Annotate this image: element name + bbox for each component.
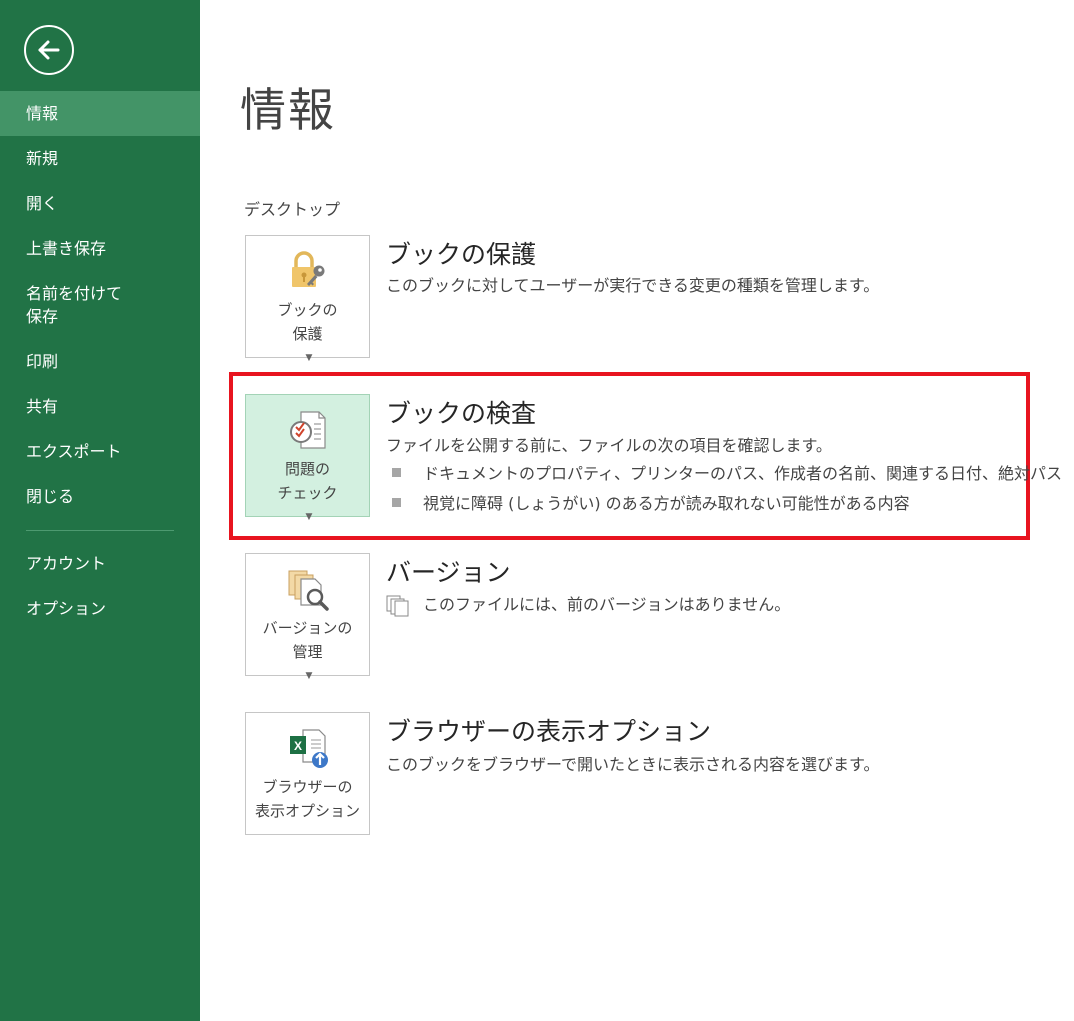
sidebar-item-info[interactable]: 情報 [0, 91, 200, 136]
dropdown-caret-icon: ▼ [305, 353, 313, 363]
tile-label: ブックの 保護 ▼ [246, 298, 369, 370]
sidebar-item-label: 新規 [26, 149, 59, 168]
tile-label-text: 管理 [292, 643, 323, 661]
feature-description: このブックをブラウザーで開いたときに表示される内容を選びます。 [386, 755, 880, 774]
feature-title: バージョン [386, 558, 511, 587]
version-info-row: このファイルには、前のバージョンはありません。 [386, 594, 790, 617]
dropdown-caret-icon: ▼ [305, 671, 313, 681]
tile-label: バージョンの 管理 ▼ [246, 616, 369, 688]
tile-label-text: チェック [277, 484, 338, 502]
section-label: デスクトップ [244, 200, 341, 219]
sidebar-item-close[interactable]: 閉じる [0, 485, 200, 508]
bullet-square-icon [392, 498, 401, 507]
tile-label-line1: ブックの [277, 301, 338, 319]
sidebar-item-label: 情報 [26, 104, 59, 123]
tile-label-line2: 保護 ▼ [246, 322, 369, 370]
feature-description: このファイルには、前のバージョンはありません。 [423, 595, 791, 614]
tile-label-line1: 問題の [284, 460, 330, 478]
tile-label-line2: チェック ▼ [246, 481, 369, 529]
sidebar-item-label: 開く [26, 194, 59, 213]
sidebar-item-label: アカウント [26, 554, 107, 573]
bullet-square-icon [392, 468, 401, 477]
svg-text:X: X [294, 739, 302, 753]
sidebar-item-label: オプション [26, 599, 107, 618]
sidebar-item-open[interactable]: 開く [0, 192, 200, 215]
tile-label: 問題の チェック ▼ [246, 457, 369, 529]
tile-label: ブラウザーの 表示オプション [246, 775, 369, 823]
feature-description: このブックに対してユーザーが実行できる変更の種類を管理します。 [386, 276, 880, 295]
feature-title: ブックの検査 [386, 399, 537, 428]
sidebar-item-label: 共有 [26, 397, 59, 416]
sidebar-item-save-as[interactable]: 名前を付けて 保存 [0, 282, 200, 328]
feature-title: ブラウザーの表示オプション [386, 717, 712, 746]
tile-label-line2: 表示オプション [254, 802, 360, 820]
sidebar-item-print[interactable]: 印刷 [0, 350, 200, 373]
bullet-item: 視覚に障碍 (しょうがい) のある方が読み取れない可能性がある内容 [392, 493, 910, 515]
page-title: 情報 [240, 83, 336, 137]
sidebar-item-account[interactable]: アカウント [0, 552, 200, 575]
sidebar-item-label: エクスポート [26, 442, 122, 461]
tile-label-line1: ブラウザーの [262, 778, 353, 796]
check-document-icon [290, 411, 326, 449]
sidebar-divider [26, 530, 174, 531]
sidebar-item-options[interactable]: オプション [0, 597, 200, 620]
versions-search-icon [288, 570, 329, 611]
bullet-text: ドキュメントのプロパティ、プリンターのパス、作成者の名前、関連する日付、絶対パス [423, 464, 1063, 483]
manage-versions-button[interactable]: バージョンの 管理 ▼ [245, 553, 370, 681]
sidebar-item-label: 名前を付けて [26, 284, 123, 303]
document-versions-icon [386, 595, 409, 616]
dropdown-caret-icon: ▼ [305, 512, 313, 522]
tile-label-line2: 管理 ▼ [246, 640, 369, 688]
sidebar-item-label: 上書き保存 [26, 239, 107, 258]
tile-label-text: 保護 [292, 325, 323, 343]
backstage-sidebar: 情報 新規 開く 上書き保存 名前を付けて 保存 印刷 共有 エクスポート 閉じ… [0, 0, 200, 1021]
feature-title: ブックの保護 [386, 240, 537, 269]
lock-key-icon [292, 251, 325, 287]
check-for-issues-button[interactable]: 問題の チェック ▼ [245, 394, 370, 522]
sidebar-item-new[interactable]: 新規 [0, 147, 200, 170]
bullet-item: ドキュメントのプロパティ、プリンターのパス、作成者の名前、関連する日付、絶対パス [392, 463, 1062, 485]
tile-label-line1: バージョンの [262, 619, 353, 637]
sidebar-item-label: 印刷 [26, 352, 59, 371]
protect-workbook-button[interactable]: ブックの 保護 ▼ [245, 235, 370, 363]
browser-view-options-button[interactable]: X ブラウザーの 表示オプション [245, 712, 370, 835]
sidebar-item-save[interactable]: 上書き保存 [0, 237, 200, 260]
sidebar-item-share[interactable]: 共有 [0, 395, 200, 418]
feature-description: ファイルを公開する前に、ファイルの次の項目を確認します。 [386, 436, 832, 455]
sidebar-item-export[interactable]: エクスポート [0, 440, 200, 463]
back-arrow-icon [38, 40, 60, 60]
excel-upload-icon: X [290, 729, 328, 768]
bullet-text: 視覚に障碍 (しょうがい) のある方が読み取れない可能性がある内容 [423, 494, 910, 513]
sidebar-item-label: 閉じる [26, 487, 75, 506]
sidebar-item-label-line2: 保存 [26, 307, 59, 326]
back-button[interactable] [24, 25, 74, 75]
